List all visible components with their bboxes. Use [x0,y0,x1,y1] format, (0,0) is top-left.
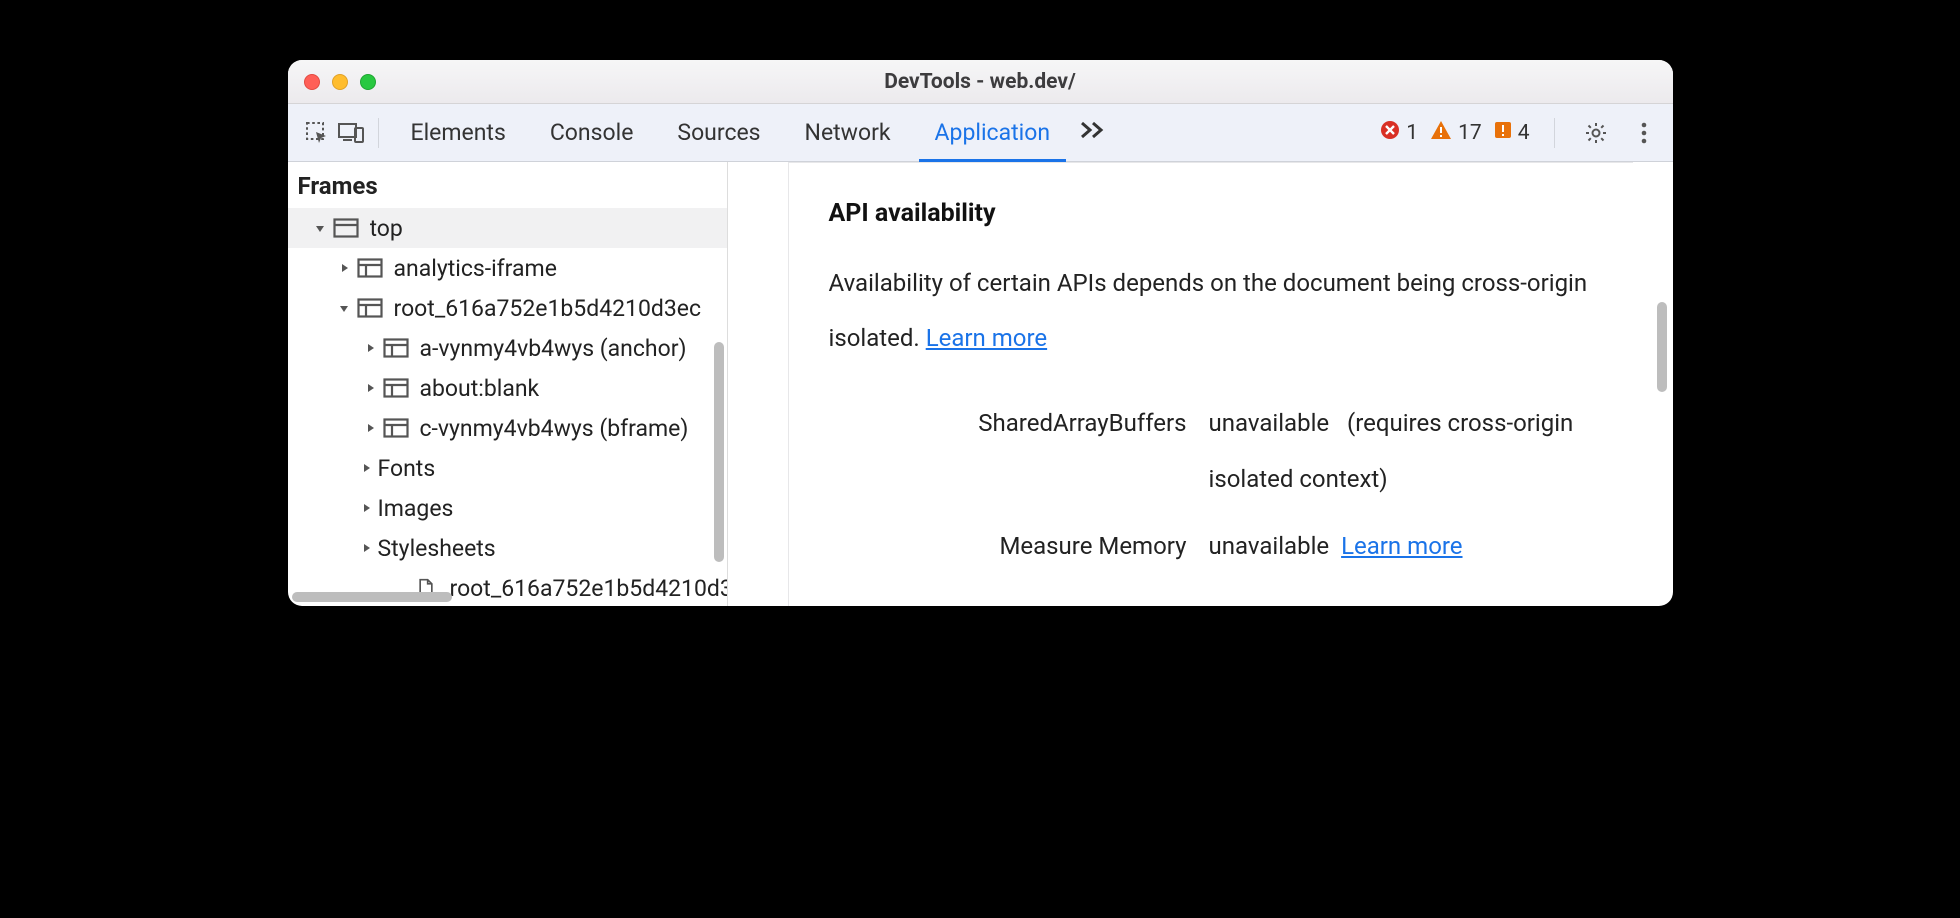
tab-network[interactable]: Network [783,104,913,161]
device-toggle-icon[interactable] [334,116,368,150]
section-title: API availability [829,199,1593,228]
tree-item-label: Fonts [378,455,436,482]
frames-sidebar: Frames top analytics-iframe root_616a752e1… [288,162,728,606]
tab-console[interactable]: Console [528,104,656,161]
expand-arrow-icon[interactable] [336,300,352,316]
frame-details-panel: API availability Availability of certain… [728,162,1673,606]
issues-count[interactable]: 4 [1494,121,1530,145]
more-tabs-icon[interactable] [1080,119,1106,146]
tree-item[interactable]: root_616a752e1b5d4210d3ec [288,288,727,328]
window-icon [332,217,360,239]
toolbar-divider [378,118,379,148]
tree-item-label: analytics-iframe [394,255,557,282]
tree-item-label: Stylesheets [378,535,496,562]
toolbar-divider [1554,118,1555,148]
toolbar-right: 1 17 4 [1380,116,1660,150]
more-menu-icon[interactable] [1627,116,1661,150]
tree-item[interactable]: top [288,208,727,248]
tree-item[interactable]: c-vynmy4vb4wys (bframe) [288,408,727,448]
tree-item-label: about:blank [420,375,540,402]
warning-icon [1430,120,1452,146]
api-row-measurememory: Measure Memory unavailable Learn more [829,513,1593,580]
expand-arrow-icon[interactable] [358,500,374,516]
tree-item[interactable]: analytics-iframe [288,248,727,288]
tab-application[interactable]: Application [913,104,1073,161]
expand-arrow-icon[interactable] [358,540,374,556]
expand-arrow-icon[interactable] [312,220,328,236]
api-availability-section: API availability Availability of certain… [788,162,1633,606]
api-table: SharedArrayBuffers unavailable (requires… [829,390,1593,580]
tree-item-label: root_616a752e1b5d4210d3 [450,575,727,602]
expand-arrow-icon[interactable] [362,420,378,436]
expand-arrow-icon[interactable] [336,260,352,276]
learn-more-link[interactable]: Learn more [926,324,1047,352]
issue-icon [1494,121,1512,145]
learn-more-link[interactable]: Learn more [1341,532,1462,560]
panel-body: Frames top analytics-iframe root_616a752e1… [288,162,1673,606]
tree-item-label: Images [378,495,454,522]
panel-tabs: Elements Console Sources Network Applica… [389,104,1073,161]
toolbar: Elements Console Sources Network Applica… [288,104,1673,162]
warnings-count[interactable]: 17 [1430,120,1482,146]
tree-item[interactable]: Images [288,488,727,528]
main-vertical-scrollbar[interactable] [1657,302,1667,392]
tree-item[interactable]: a-vynmy4vb4wys (anchor) [288,328,727,368]
tree-item[interactable]: about:blank [288,368,727,408]
sidebar-horizontal-scrollbar[interactable] [292,592,452,602]
expand-arrow-icon[interactable] [358,460,374,476]
tab-elements[interactable]: Elements [389,104,528,161]
expand-arrow-icon[interactable] [362,340,378,356]
devtools-window: DevTools - web.dev/ Elements Console Sou… [288,60,1673,606]
tree-item-label: a-vynmy4vb4wys (anchor) [420,335,687,362]
settings-icon[interactable] [1579,116,1613,150]
api-row-sharedarraybuffers: SharedArrayBuffers unavailable (requires… [829,390,1593,512]
frames-tree: top analytics-iframe root_616a752e1b5d4210… [288,208,727,606]
tree-item-label: top [370,215,403,242]
tree-item[interactable]: Stylesheets [288,528,727,568]
frame-icon [356,257,384,279]
frame-icon [356,297,384,319]
tab-sources[interactable]: Sources [655,104,782,161]
sidebar-heading: Frames [288,162,727,208]
console-status[interactable]: 1 17 4 [1380,120,1529,146]
window-title: DevTools - web.dev/ [288,70,1673,94]
frame-icon [382,337,410,359]
tree-item-label: c-vynmy4vb4wys (bframe) [420,415,689,442]
frame-icon [382,417,410,439]
errors-count[interactable]: 1 [1380,120,1418,146]
tree-item-label: root_616a752e1b5d4210d3ec [394,295,702,322]
expand-arrow-icon[interactable] [362,380,378,396]
section-description: Availability of certain APIs depends on … [829,256,1593,366]
inspect-element-icon[interactable] [300,116,334,150]
titlebar: DevTools - web.dev/ [288,60,1673,104]
tree-item[interactable]: Fonts [288,448,727,488]
sidebar-vertical-scrollbar[interactable] [714,342,724,562]
error-icon [1380,120,1400,146]
frame-icon [382,377,410,399]
